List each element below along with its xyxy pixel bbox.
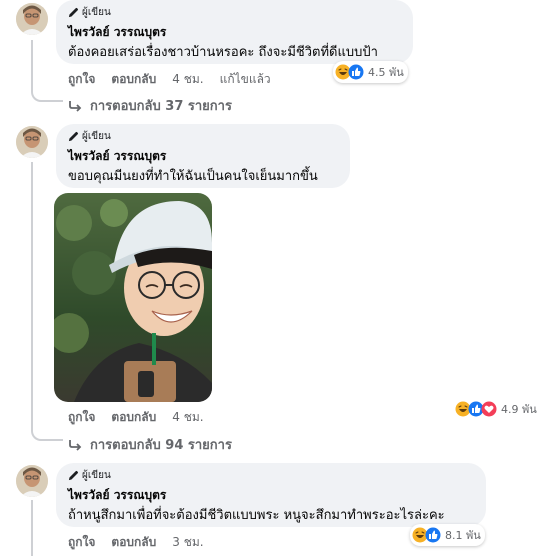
author-name[interactable]: ไพรวัลย์ วรรณบุตร [68,23,166,42]
like-icon [348,64,364,80]
pencil-icon [68,7,79,18]
comment-actions: ถูกใจ ตอบกลับ 4 ชม. [68,408,204,427]
comment-text: ต้องคอยเสร่อเรื่องชาวบ้านหรอคะ ถึงจะมีชี… [68,45,378,60]
comment-actions: ถูกใจ ตอบกลับ 4 ชม. แก้ไขแล้ว [68,70,271,89]
author-role-label: ผู้เขียน [82,131,111,142]
pencil-icon [68,470,79,481]
author-name[interactable]: ไพรวัลย์ วรรณบุตร [68,486,166,505]
like-icon [425,527,441,543]
author-badge: ผู้เขียน [68,5,111,20]
reply-arrow-icon [69,439,82,451]
reply-button[interactable]: ตอบกลับ [111,408,156,427]
comment-timestamp[interactable]: 4 ชม. [172,408,203,427]
replies-count-label: การตอบกลับ 37 รายการ [90,99,232,114]
reply-button[interactable]: ตอบกลับ [111,533,156,552]
like-button[interactable]: ถูกใจ [68,70,95,89]
reaction-count: 4.5 พัน [368,66,404,79]
thread-line [31,162,33,427]
comment-timestamp[interactable]: 4 ชม. [172,70,203,89]
thread-line [31,500,33,556]
comment-photo[interactable] [54,193,212,402]
comment-bubble: ผู้เขียน ไพรวัลย์ วรรณบุตร ต้องคอยเสร่อเ… [56,0,413,64]
author-badge: ผู้เขียน [68,129,111,144]
pencil-icon [68,131,79,142]
author-name[interactable]: ไพรวัลย์ วรรณบุตร [68,147,166,166]
thread-line [31,40,33,88]
reaction-summary[interactable]: 8.1 พัน [410,524,485,546]
replies-count-label: การตอบกลับ 94 รายการ [90,438,232,453]
author-badge: ผู้เขียน [68,468,111,483]
view-replies-link[interactable]: การตอบกลับ 37 รายการ [68,95,232,116]
edited-label[interactable]: แก้ไขแล้ว [220,70,271,89]
love-icon [481,401,497,417]
reply-button[interactable]: ตอบกลับ [111,70,156,89]
like-button[interactable]: ถูกใจ [68,533,95,552]
reaction-summary[interactable]: 4.9 พัน [455,400,537,418]
avatar[interactable] [16,126,48,158]
comment-text: ถ้าหนูสึกมาเพื่อที่จะต้องมีชีวิตแบบพระ ห… [68,508,445,523]
view-replies-link[interactable]: การตอบกลับ 94 รายการ [68,434,232,455]
comment-bubble: ผู้เขียน ไพรวัลย์ วรรณบุตร ถ้าหนูสึกมาเพ… [56,463,486,527]
like-button[interactable]: ถูกใจ [68,408,95,427]
reaction-count: 4.9 พัน [501,403,537,416]
comment-actions: ถูกใจ ตอบกลับ 3 ชม. [68,533,204,552]
reaction-summary[interactable]: 4.5 พัน [333,61,408,83]
author-role-label: ผู้เขียน [82,7,111,18]
thread-line-curve [31,86,63,102]
avatar[interactable] [16,3,48,35]
author-role-label: ผู้เขียน [82,470,111,481]
avatar[interactable] [16,465,48,497]
reaction-count: 8.1 พัน [445,529,481,542]
thread-line-curve [31,425,63,441]
comment-text: ขอบคุณมีนยงที่ทำให้ฉันเป็นคนใจเย็นมากขึ้… [68,169,318,184]
comment-bubble: ผู้เขียน ไพรวัลย์ วรรณบุตร ขอบคุณมีนยงที… [56,124,350,188]
comment-timestamp[interactable]: 3 ชม. [172,533,203,552]
reply-arrow-icon [69,100,82,112]
